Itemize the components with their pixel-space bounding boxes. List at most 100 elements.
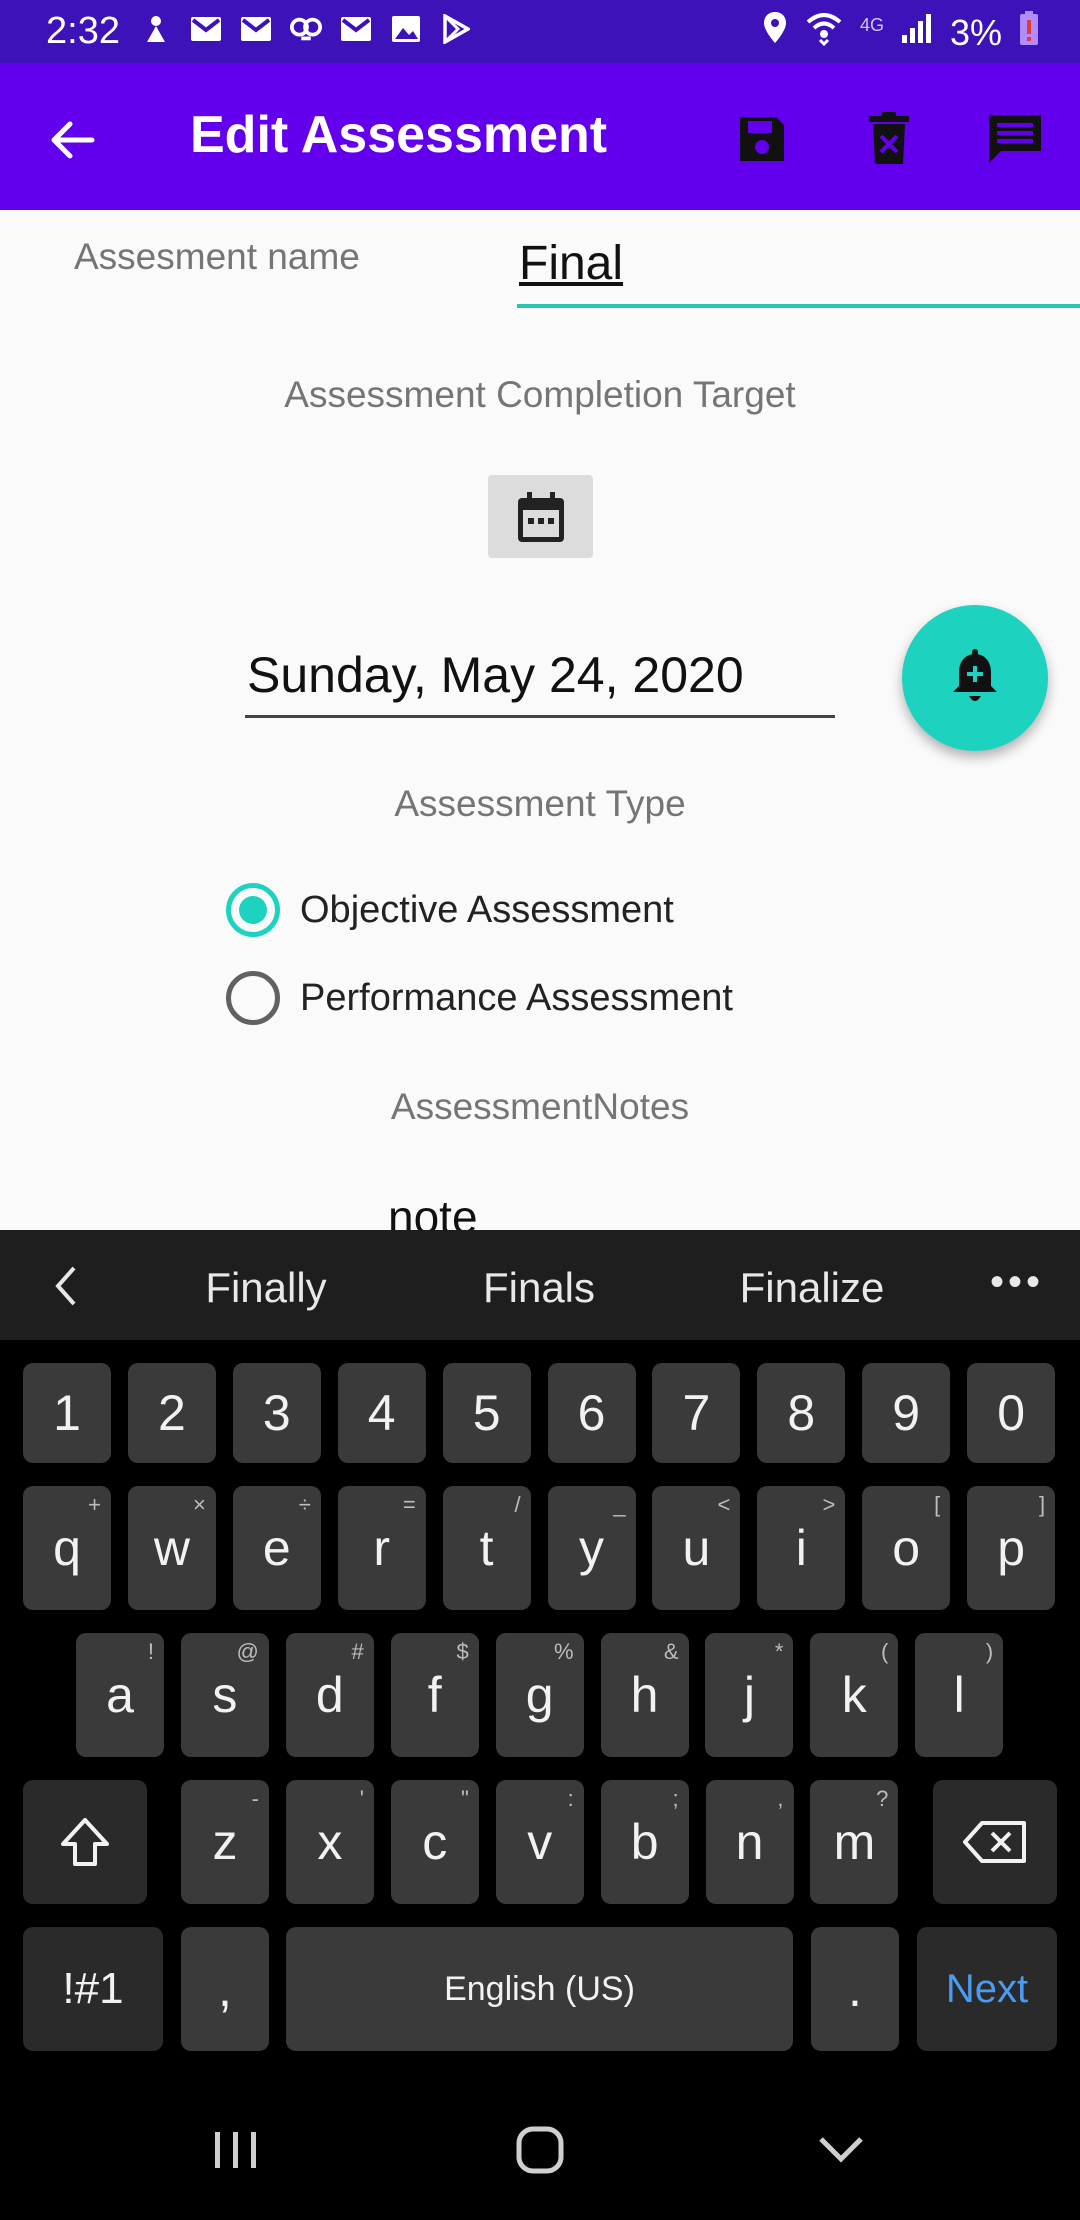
key-label: l xyxy=(953,1667,965,1723)
key-w[interactable]: w × xyxy=(127,1486,216,1610)
key-c[interactable]: c " xyxy=(390,1780,479,1904)
key-g[interactable]: g% xyxy=(495,1633,584,1757)
key-5[interactable]: 5 xyxy=(442,1363,531,1463)
radio-label: Objective Assessment xyxy=(300,888,674,931)
calendar-button[interactable] xyxy=(488,475,593,558)
radio-performance-assessment[interactable]: Performance Assessment xyxy=(226,971,733,1025)
key-label: u xyxy=(682,1520,711,1576)
key-label: 5 xyxy=(472,1385,501,1441)
hide-keyboard-button[interactable] xyxy=(801,2110,881,2190)
wifi-icon xyxy=(804,10,844,55)
key-label: y xyxy=(579,1520,604,1576)
home-button[interactable] xyxy=(500,2110,580,2190)
completion-date-field[interactable]: Sunday, May 24, 2020 xyxy=(245,638,835,718)
save-button[interactable] xyxy=(730,107,794,171)
more-options-icon[interactable]: ••• xyxy=(990,1260,1044,1305)
key-s[interactable]: s @ xyxy=(180,1633,269,1757)
key-label: o xyxy=(892,1520,921,1576)
key-t[interactable]: t / xyxy=(442,1486,531,1610)
radio-button-checked[interactable] xyxy=(226,883,280,937)
key-y[interactable]: y _ xyxy=(547,1486,636,1610)
key-secondary-label: ? xyxy=(876,1786,889,1811)
key-3[interactable]: 3 xyxy=(232,1363,321,1463)
key-p[interactable]: p] xyxy=(967,1486,1056,1610)
chevron-down-icon xyxy=(819,2137,863,2163)
key-label: h xyxy=(630,1667,659,1723)
key-b[interactable]: b; xyxy=(600,1780,689,1904)
key-label: d xyxy=(315,1667,344,1723)
suggestion-item[interactable]: Finals xyxy=(414,1264,664,1312)
next-key[interactable]: Next xyxy=(917,1927,1057,2051)
key-label: 7 xyxy=(682,1385,711,1441)
assessment-name-input[interactable]: Final xyxy=(517,230,1080,308)
radio-button-unchecked[interactable] xyxy=(226,971,280,1025)
key-o[interactable]: o[ xyxy=(862,1486,951,1610)
key-u[interactable]: u < xyxy=(652,1486,741,1610)
delete-button[interactable] xyxy=(857,107,921,171)
key-label: e xyxy=(262,1520,291,1576)
network-type: 4G xyxy=(859,15,884,35)
key-secondary-label: = xyxy=(402,1492,416,1517)
symbols-key[interactable]: !#1 xyxy=(23,1927,163,2051)
period-key[interactable]: . xyxy=(811,1927,899,2051)
key-label: j xyxy=(743,1667,755,1723)
key-z[interactable]: z- xyxy=(181,1780,269,1904)
key-j[interactable]: j * xyxy=(705,1633,794,1757)
key-h[interactable]: h & xyxy=(600,1633,689,1757)
gmail-icon xyxy=(190,14,222,44)
recent-apps-button[interactable] xyxy=(196,2110,276,2190)
key-label: English (US) xyxy=(444,1969,635,2008)
assessment-type-label: Assessment Type xyxy=(394,783,686,824)
radio-objective-assessment[interactable]: Objective Assessment xyxy=(226,883,674,937)
key-label: t xyxy=(479,1520,494,1576)
space-key[interactable]: English (US) xyxy=(286,1927,793,2051)
key-secondary-label: ' xyxy=(359,1786,364,1811)
key-d[interactable]: d # xyxy=(285,1633,374,1757)
play-store-icon xyxy=(440,14,472,44)
key-f[interactable]: f $ xyxy=(390,1633,479,1757)
key-label: 9 xyxy=(892,1385,921,1441)
key-label: 2 xyxy=(157,1385,186,1441)
key-label: Next xyxy=(945,1966,1029,2011)
comma-key[interactable]: , xyxy=(181,1927,269,2051)
key-label: , xyxy=(218,1961,232,2017)
key-2[interactable]: 2 xyxy=(127,1363,216,1463)
alert-fab-button[interactable] xyxy=(902,605,1048,751)
key-8[interactable]: 8 xyxy=(757,1363,846,1463)
key-e[interactable]: e ÷ xyxy=(232,1486,321,1610)
comment-button[interactable] xyxy=(983,107,1047,171)
key-a[interactable]: a! xyxy=(76,1633,164,1757)
key-secondary-label: × xyxy=(193,1492,206,1517)
key-x[interactable]: x ' xyxy=(285,1780,374,1904)
key-4[interactable]: 4 xyxy=(337,1363,426,1463)
key-v[interactable]: v: xyxy=(495,1780,584,1904)
key-l[interactable]: l) xyxy=(915,1633,1004,1757)
key-label: s xyxy=(212,1667,238,1723)
key-9[interactable]: 9 xyxy=(862,1363,951,1463)
key-label: f xyxy=(427,1667,442,1723)
key-r[interactable]: r = xyxy=(337,1486,426,1610)
owl-icon xyxy=(290,14,322,44)
back-button[interactable] xyxy=(40,108,104,172)
suggestion-back-button[interactable] xyxy=(46,1262,86,1310)
key-n[interactable]: n, xyxy=(705,1780,794,1904)
key-label: v xyxy=(527,1814,553,1870)
key-6[interactable]: 6 xyxy=(547,1363,636,1463)
key-7[interactable]: 7 xyxy=(652,1363,741,1463)
key-k[interactable]: k( xyxy=(810,1633,899,1757)
key-i[interactable]: i > xyxy=(757,1486,846,1610)
shift-icon xyxy=(61,1818,109,1866)
key-m[interactable]: m? xyxy=(810,1780,899,1904)
key-1[interactable]: 1 xyxy=(23,1363,111,1463)
key-secondary-label: < xyxy=(717,1492,731,1517)
suggestion-item[interactable]: Finalize xyxy=(687,1264,937,1312)
backspace-key[interactable] xyxy=(933,1780,1057,1904)
key-q[interactable]: q + xyxy=(23,1486,111,1610)
shift-key[interactable] xyxy=(23,1780,147,1904)
soft-keyboard: Finally Finals Finalize ••• 1 2 3 4 5 6 7 8 9 0 q +… xyxy=(0,1230,1080,2220)
key-label: w xyxy=(153,1520,190,1576)
notification-icon xyxy=(140,14,172,44)
key-0[interactable]: 0 xyxy=(967,1363,1056,1463)
suggestion-item[interactable]: Finally xyxy=(141,1264,391,1312)
key-label: 0 xyxy=(997,1385,1025,1441)
